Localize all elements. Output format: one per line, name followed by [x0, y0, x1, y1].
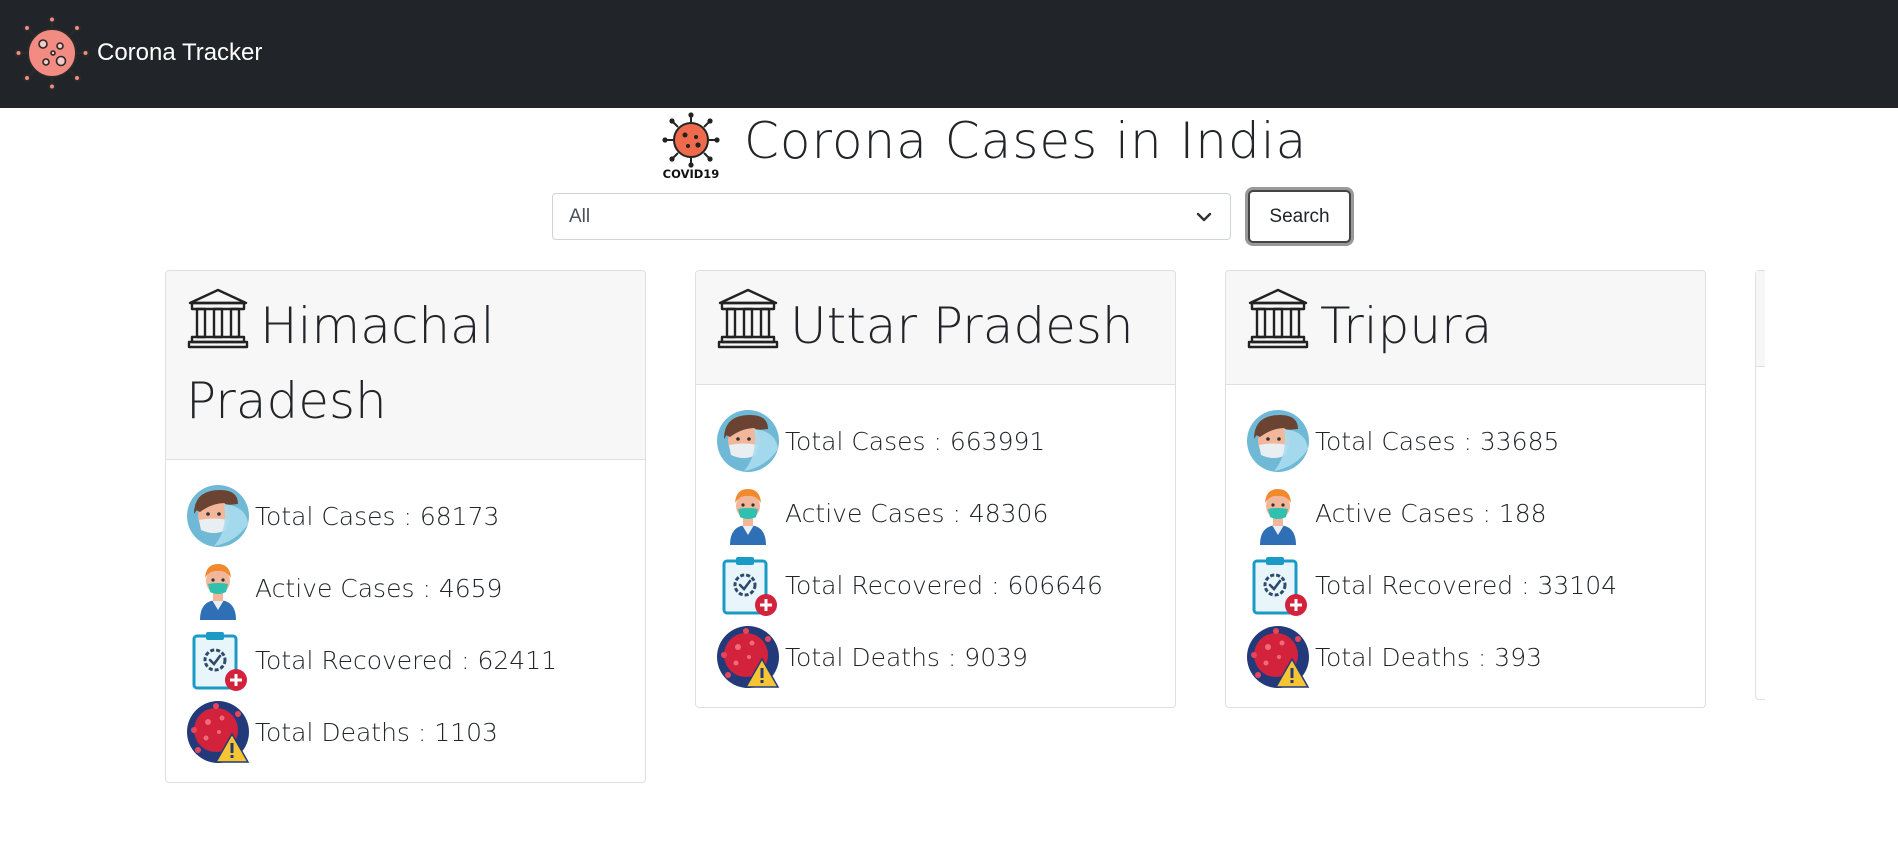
virus-warning-icon [716, 625, 780, 689]
masked-person-icon [1246, 481, 1310, 545]
stat-label: Total Recovered [1315, 571, 1538, 600]
virus-warning-icon [1246, 625, 1310, 689]
brand-title: Corona Tracker [97, 39, 263, 66]
patient-mask-icon [1246, 409, 1310, 473]
stat-label: Total Recovered [255, 646, 478, 675]
stat-value: 188 [1498, 498, 1547, 528]
state-name-text: Tripura [1320, 297, 1493, 355]
card-header: Tripura [1226, 271, 1705, 385]
search-button[interactable]: Search [1248, 190, 1351, 243]
navbar: Corona Tracker [0, 0, 1898, 108]
stat-total-deaths: Total Deaths393 [1246, 621, 1685, 693]
card-body: Total Cases68173 Active Cases4659 Total … [166, 460, 645, 782]
stat-label: Total Cases [785, 427, 950, 456]
covid19-logo-icon: COVID19 [662, 112, 720, 180]
stat-value: 393 [1494, 642, 1543, 672]
stat-total-cases: Total Cases663991 [716, 405, 1155, 477]
page-title: Corona Cases in India [744, 112, 1308, 170]
page-heading: COVID19 Corona Cases in India [658, 112, 1307, 180]
state-card: Tripura Total Cases33685 Active Cases188… [1225, 270, 1706, 708]
card-body: Total Cases33685 Active Cases188 Total R… [1226, 385, 1705, 707]
stat-value: 663991 [949, 426, 1046, 456]
stat-label: Active Cases [785, 499, 969, 528]
stat-label: Total Deaths [1315, 643, 1494, 672]
state-card-partial [1755, 270, 1765, 700]
stat-total-deaths: Total Deaths1103 [186, 696, 625, 768]
stat-active-cases: Active Cases48306 [716, 477, 1155, 549]
stat-label: Total Deaths [785, 643, 964, 672]
state-card: Uttar Pradesh Total Cases663991 Active C… [695, 270, 1176, 708]
stat-label: Active Cases [1315, 499, 1499, 528]
patient-mask-icon [716, 409, 780, 473]
stat-value: 4659 [438, 573, 503, 603]
stat-label: Total Cases [1315, 427, 1480, 456]
bank-icon [1246, 287, 1310, 349]
stat-total-recovered: Total Recovered33104 [1246, 549, 1685, 621]
stat-active-cases: Active Cases188 [1246, 477, 1685, 549]
state-name: Tripura [1246, 287, 1685, 364]
state-select[interactable]: All [552, 193, 1231, 240]
bank-icon [716, 287, 780, 349]
chevron-down-icon [1196, 212, 1212, 222]
card-body: Total Cases663991 Active Cases48306 Tota… [696, 385, 1175, 707]
state-cards: Himachal Pradesh Total Cases68173 Active… [0, 270, 1898, 790]
covid19-logo-text: COVID19 [663, 167, 720, 180]
stat-value: 33104 [1537, 570, 1618, 600]
stat-total-recovered: Total Recovered606646 [716, 549, 1155, 621]
state-name: Himachal Pradesh [186, 287, 625, 439]
stat-value: 62411 [477, 645, 558, 675]
stat-total-deaths: Total Deaths9039 [716, 621, 1155, 693]
stat-value: 33685 [1479, 426, 1560, 456]
medical-clipboard-icon [716, 553, 780, 617]
virus-warning-icon [186, 700, 250, 764]
stat-value: 68173 [419, 501, 500, 531]
stat-value: 48306 [968, 498, 1049, 528]
stat-total-cases: Total Cases33685 [1246, 405, 1685, 477]
stat-active-cases: Active Cases4659 [186, 552, 625, 624]
stat-label: Total Recovered [785, 571, 1008, 600]
state-name-text: Uttar Pradesh [790, 297, 1134, 355]
state-name: Uttar Pradesh [716, 287, 1155, 364]
state-select-value: All [569, 205, 591, 227]
state-card: Himachal Pradesh Total Cases68173 Active… [165, 270, 646, 783]
stat-value: 1103 [434, 717, 498, 747]
medical-clipboard-icon [186, 628, 250, 692]
stat-total-cases: Total Cases68173 [186, 480, 625, 552]
stat-label: Total Cases [255, 502, 420, 531]
card-header [1756, 271, 1765, 367]
card-header: Himachal Pradesh [166, 271, 645, 460]
stat-label: Total Deaths [255, 718, 434, 747]
patient-mask-icon [186, 484, 250, 548]
card-header: Uttar Pradesh [696, 271, 1175, 385]
virus-icon [15, 16, 89, 90]
stat-total-recovered: Total Recovered62411 [186, 624, 625, 696]
bank-icon [186, 287, 250, 349]
masked-person-icon [186, 556, 250, 620]
stat-value: 9039 [964, 642, 1028, 672]
stat-label: Active Cases [255, 574, 439, 603]
masked-person-icon [716, 481, 780, 545]
medical-clipboard-icon [1246, 553, 1310, 617]
navbar-brand[interactable]: Corona Tracker [15, 16, 262, 90]
stat-value: 606646 [1007, 570, 1103, 600]
